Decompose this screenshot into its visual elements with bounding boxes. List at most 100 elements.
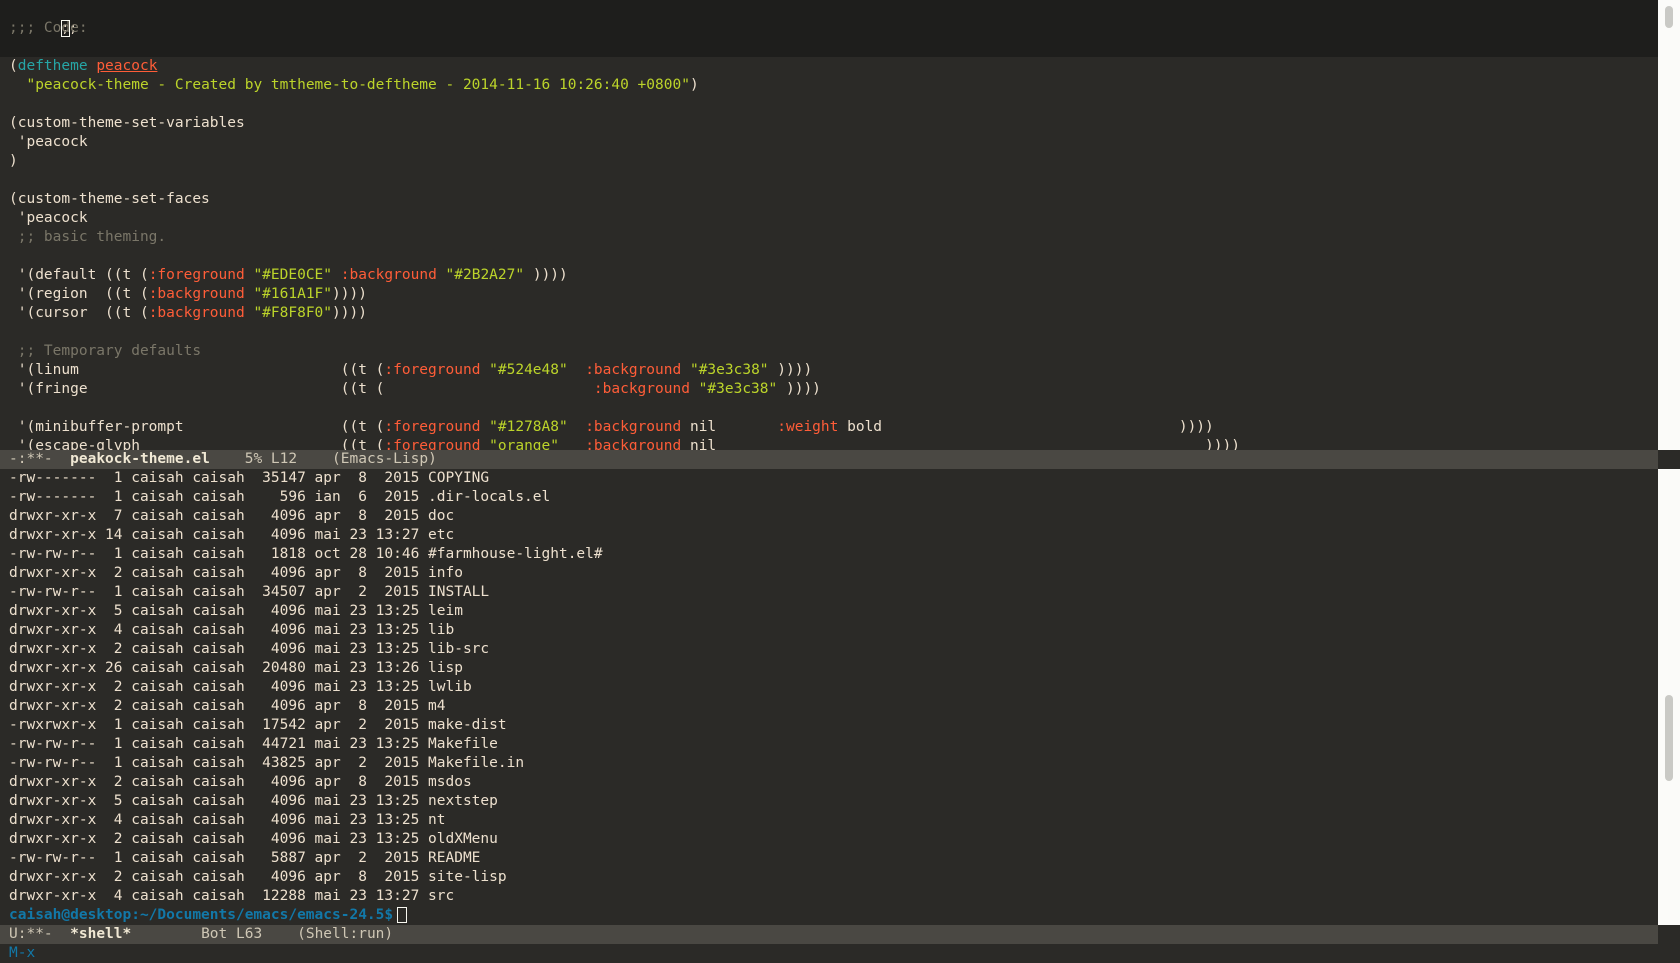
code-token-string: "#2B2A27" <box>445 267 525 283</box>
code-token: ) <box>689 77 699 93</box>
file-listing-row: drwxr-xr-x 2 caisah caisah 4096 apr 8 20… <box>9 869 507 885</box>
file-listing-row: -rw-rw-r-- 1 caisah caisah 1818 oct 28 1… <box>9 546 603 562</box>
code-token: nil <box>681 419 778 435</box>
upper-major-mode[interactable]: (Emacs-Lisp) <box>332 451 437 467</box>
code-token-string: "#161A1F" <box>253 286 333 302</box>
code-token-keyword: deftheme <box>17 58 88 74</box>
file-listing-row: drwxr-xr-x 7 caisah caisah 4096 apr 8 20… <box>9 508 455 524</box>
upper-status: -:**- <box>9 451 53 467</box>
code-token: '(cursor ((t ( <box>9 305 149 321</box>
code-token: '(fringe ((t ( <box>9 381 594 397</box>
code-token-prop: :background <box>585 362 682 378</box>
lower-status: U:**- <box>9 926 53 942</box>
code-line: ;; basic theming. <box>9 228 166 247</box>
file-listing-row: -rw-rw-r-- 1 caisah caisah 44721 mai 23 … <box>9 736 498 752</box>
shell-prompt-line[interactable]: caisah@desktop:~/Documents/emacs/emacs-2… <box>9 906 408 925</box>
lower-major-mode[interactable]: (Shell:run) <box>297 926 393 942</box>
minibuffer[interactable]: M-x <box>9 944 35 963</box>
code-token: 'peacock <box>9 210 88 226</box>
code-token: 'peacock <box>9 134 88 150</box>
code-line: (custom-theme-set-faces <box>9 190 210 209</box>
lower-scrollbar-thumb[interactable] <box>1665 695 1673 781</box>
upper-buffer-name[interactable]: peakock-theme.el <box>70 451 210 467</box>
file-listing-row: drwxr-xr-x 5 caisah caisah 4096 mai 23 1… <box>9 793 498 809</box>
code-line: '(default ((t (:foreground "#EDE0CE" :ba… <box>9 266 568 285</box>
code-token-prop: :weight <box>777 419 839 435</box>
file-listing-row: drwxr-xr-x 2 caisah caisah 4096 apr 8 20… <box>9 565 463 581</box>
code-line: 'peacock <box>9 133 88 152</box>
file-listing-row: drwxr-xr-x 2 caisah caisah 4096 apr 8 20… <box>9 774 472 790</box>
file-listing-row: -rw------- 1 caisah caisah 35147 apr 8 2… <box>9 470 490 486</box>
code-line: '(fringe ((t ( :background "#3e3c38" )))… <box>9 380 821 399</box>
lower-mode-line[interactable]: U:**- *shell* Bot L63 (Shell:run) <box>0 925 1658 944</box>
code-token-prop: :foreground <box>384 419 481 435</box>
code-token-prop: :foreground <box>384 362 481 378</box>
code-token: (custom-theme-set-faces <box>9 191 210 207</box>
code-token-comment: ;; basic theming. <box>9 229 167 245</box>
code-token-comment: ;; Temporary defaults <box>9 343 202 359</box>
code-line: '(linum ((t (:foreground "#524e48" :back… <box>9 361 812 380</box>
code-line: '(cursor ((t (:background "#F8F8F0")))) <box>9 304 367 323</box>
code-first-line: ;; <box>9 0 77 37</box>
file-listing-row: drwxr-xr-x 2 caisah caisah 4096 mai 23 1… <box>9 831 498 847</box>
code-token-string: "#524e48" <box>489 362 568 378</box>
code-token: (custom-theme-set-variables <box>9 115 245 131</box>
lower-position: Bot L63 <box>201 926 263 942</box>
code-line: ;; Temporary defaults <box>9 342 201 361</box>
code-line: (custom-theme-set-variables <box>9 114 245 133</box>
file-listing-row: -rw-rw-r-- 1 caisah caisah 5887 apr 2 20… <box>9 850 481 866</box>
code-token-prop: :background <box>585 419 682 435</box>
code-token: )))) <box>524 267 568 283</box>
code-token-string: "#3e3c38" <box>698 381 778 397</box>
code-token-fname: peacock <box>96 58 158 74</box>
code-line: '(minibuffer-prompt ((t (:foreground "#1… <box>9 418 1214 437</box>
code-line: 'peacock <box>9 209 88 228</box>
file-listing-row: drwxr-xr-x 2 caisah caisah 4096 mai 23 1… <box>9 641 490 657</box>
lower-buffer-name[interactable]: *shell* <box>70 926 131 942</box>
file-listing-row: -rw-rw-r-- 1 caisah caisah 43825 apr 2 2… <box>9 755 525 771</box>
code-line: '(region ((t (:background "#161A1F")))) <box>9 285 367 304</box>
emacs-frame: ;; ;;; Code: (deftheme peacock "peacock-t… <box>0 0 1680 963</box>
code-token-prop: :foreground <box>148 267 245 283</box>
code-token: )))) <box>768 362 813 378</box>
code-token-prop: :background <box>340 267 437 283</box>
code-token: )))) <box>777 381 821 397</box>
code-token: '(minibuffer-prompt ((t ( <box>9 419 385 435</box>
upper-position: 5% L12 <box>244 451 298 467</box>
file-listing-row: drwxr-xr-x 4 caisah caisah 4096 mai 23 1… <box>9 622 455 638</box>
header-region <box>0 0 1658 57</box>
shell-prompt: caisah@desktop:~/Documents/emacs/emacs-2… <box>9 907 394 923</box>
file-listing-row: -rw------- 1 caisah caisah 596 ian 6 201… <box>9 489 551 505</box>
code-token-prop: :background <box>593 381 690 397</box>
code-token: )))) <box>332 286 367 302</box>
code-line: ;;; Code: <box>9 19 88 38</box>
upper-mode-line[interactable]: -:**- peakock-theme.el 5% L12 (Emacs-Lis… <box>0 450 1658 469</box>
code-token-comment: ;;; Code: <box>9 20 88 36</box>
code-token: '(region ((t ( <box>9 286 149 302</box>
code-token-string: "peacock-theme - Created by tmtheme-to-d… <box>26 77 690 93</box>
code-token-string: "#1278A8" <box>489 419 568 435</box>
code-token: ) <box>9 153 18 169</box>
code-line: ) <box>9 152 18 171</box>
file-listing-row: drwxr-xr-x 2 caisah caisah 4096 mai 23 1… <box>9 679 472 695</box>
code-token: bold )))) <box>838 419 1214 435</box>
file-listing-row: drwxr-xr-x 14 caisah caisah 4096 mai 23 … <box>9 527 455 543</box>
lower-scrollbar[interactable] <box>1658 469 1680 925</box>
code-token-prop: :background <box>148 305 245 321</box>
file-listing-row: drwxr-xr-x 26 caisah caisah 20480 mai 23… <box>9 660 463 676</box>
file-listing-row: drwxr-xr-x 4 caisah caisah 4096 mai 23 1… <box>9 812 446 828</box>
code-token-string: "#3e3c38" <box>689 362 769 378</box>
upper-scrollbar[interactable] <box>1658 0 1680 450</box>
upper-scrollbar-thumb[interactable] <box>1665 6 1673 28</box>
code-token-string: "#F8F8F0" <box>253 305 333 321</box>
code-token-string: "#EDE0CE" <box>253 267 333 283</box>
